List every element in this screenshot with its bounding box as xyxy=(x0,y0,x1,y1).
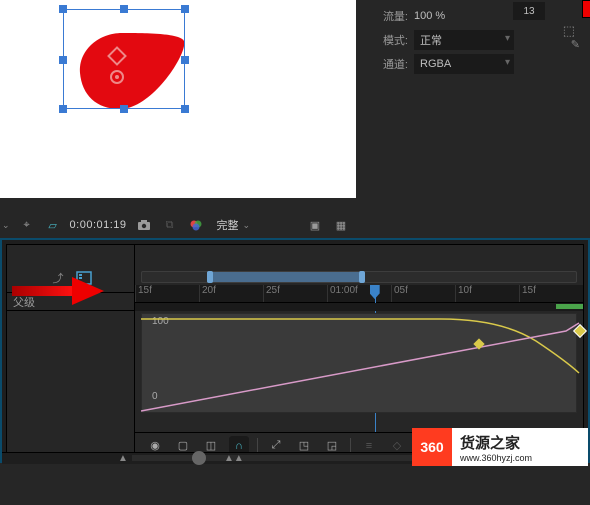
channel-dropdown[interactable]: RGBA xyxy=(414,54,514,74)
parent-column-header[interactable]: 父级 xyxy=(7,293,134,311)
resize-handle-bc[interactable] xyxy=(120,105,128,113)
preview-toolbar: ⌄ ⌖ ▱ 0:00:01:19 ⧉ 完整 ⌄ ▣ ▦ xyxy=(0,214,356,236)
brush-size-field[interactable]: 13 xyxy=(513,2,545,20)
nav-thumb[interactable] xyxy=(192,451,206,465)
resize-handle-br[interactable] xyxy=(181,105,189,113)
flow-label: 流量: xyxy=(368,8,408,24)
nav-zoom-out-icon[interactable]: ▲ xyxy=(118,453,128,464)
layer-bar-row xyxy=(135,303,583,311)
selection-bounding-box[interactable] xyxy=(63,9,185,109)
nav-zoom-in-icon[interactable]: ▲▲ xyxy=(224,453,244,464)
graph-value-max: 100 xyxy=(152,316,169,327)
color-management-icon[interactable] xyxy=(187,216,205,234)
snapshot-icon[interactable] xyxy=(135,216,153,234)
work-area-start-handle[interactable] xyxy=(207,271,213,283)
paint-properties-panel: 13 ⬚ 流量: 100 % 模式: 正常 ✎ 通道: RGBA xyxy=(356,0,590,198)
foreground-color-swatch[interactable] xyxy=(582,0,590,18)
mode-value: 正常 xyxy=(420,32,442,48)
channel-label: 通道: xyxy=(368,56,408,72)
link-icon[interactable]: ⧉ xyxy=(161,216,179,234)
parent-label: 父级 xyxy=(13,294,35,310)
ruler-tick: 05f xyxy=(391,285,455,302)
mask-toggle-icon[interactable]: ▱ xyxy=(44,216,62,234)
transparency-grid-icon[interactable]: ▣ xyxy=(306,216,324,234)
shy-layers-icon[interactable]: ⤴ xyxy=(49,269,67,287)
resolution-caret-icon[interactable]: ⌄ xyxy=(243,220,251,231)
composition-preview[interactable] xyxy=(0,0,356,198)
resolution-dropdown[interactable]: 完整 xyxy=(217,217,239,233)
mode-label: 模式: xyxy=(368,32,408,48)
mode-dropdown[interactable]: 正常 xyxy=(414,30,514,50)
watermark-title: 货源之家 xyxy=(460,432,532,453)
eyedropper-icon[interactable]: ✎ xyxy=(571,38,580,51)
resize-handle-tl[interactable] xyxy=(59,5,67,13)
watermark: 360 货源之家 www.360hyzj.com xyxy=(412,428,588,466)
target-icon[interactable]: ⌖ xyxy=(18,216,36,234)
work-area-range[interactable] xyxy=(207,272,359,282)
resize-handle-ml[interactable] xyxy=(59,56,67,64)
graph-editor-background[interactable]: 100 0 xyxy=(141,313,577,413)
graph-value-min: 0 xyxy=(152,391,158,402)
region-of-interest-icon[interactable]: ▦ xyxy=(332,216,350,234)
ruler-tick: 15f xyxy=(519,285,583,302)
channel-value: RGBA xyxy=(420,58,451,70)
ruler-tick: 25f xyxy=(263,285,327,302)
timeline-left-column: ⤴ 父级 xyxy=(7,245,135,458)
layer-duration-bar[interactable] xyxy=(556,304,583,309)
watermark-badge: 360 xyxy=(412,428,452,466)
graph-editor-toggle-icon[interactable] xyxy=(75,269,93,287)
work-area-end-handle[interactable] xyxy=(359,271,365,283)
ruler-tick: 15f xyxy=(135,285,199,302)
resize-handle-bl[interactable] xyxy=(59,105,67,113)
resize-handle-mr[interactable] xyxy=(181,56,189,64)
transparent-toggle-icon[interactable]: ⬚ xyxy=(563,23,575,39)
resize-handle-tc[interactable] xyxy=(120,5,128,13)
current-timecode[interactable]: 0:00:01:19 xyxy=(70,219,127,231)
ruler-tick: 01:00f xyxy=(327,285,391,302)
magnification-dropdown[interactable]: ⌄ xyxy=(2,220,10,231)
ruler-tick: 20f xyxy=(199,285,263,302)
flow-value[interactable]: 100 % xyxy=(414,10,445,22)
ruler-tick: 10f xyxy=(455,285,519,302)
timeline-graph-area: 15f 20f 25f 01:00f 05f 10f 15f 100 0 xyxy=(135,245,583,458)
work-area-bar[interactable] xyxy=(141,271,577,283)
time-ruler[interactable]: 15f 20f 25f 01:00f 05f 10f 15f xyxy=(135,285,583,303)
watermark-url: www.360hyzj.com xyxy=(460,453,532,463)
resize-handle-tr[interactable] xyxy=(181,5,189,13)
